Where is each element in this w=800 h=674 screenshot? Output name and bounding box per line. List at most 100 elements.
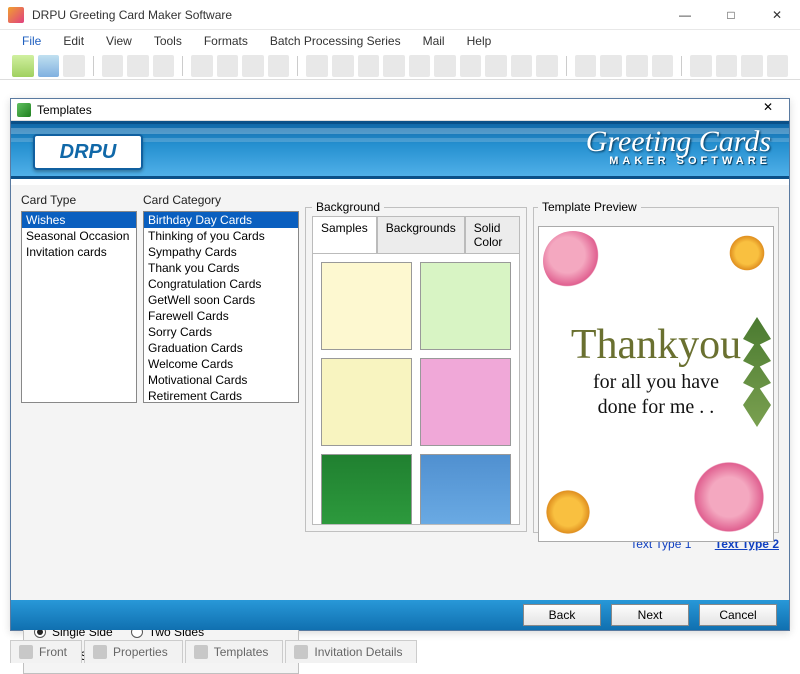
template-preview-label: Template Preview [538,200,641,214]
toolbar-icon[interactable] [153,55,175,77]
toolbar-icon[interactable] [767,55,789,77]
sample-thumbnail[interactable] [321,262,412,350]
background-samples-body[interactable] [312,253,520,525]
tab-backgrounds[interactable]: Backgrounds [377,216,465,253]
flower-icon [543,487,593,537]
template-preview-group: Template Preview Thankyou for all you ha… [533,207,779,533]
toolbar-icon[interactable] [217,55,239,77]
card-type-item[interactable]: Wishes [22,212,136,228]
preview-line1: for all you have [539,371,773,394]
dialog-titlebar: Templates ✕ [11,99,789,121]
tab-properties[interactable]: Properties [84,640,183,663]
toolbar-separator [297,56,298,76]
toolbar-icon[interactable] [358,55,380,77]
window-title: DRPU Greeting Card Maker Software [32,8,662,22]
background-label: Background [312,200,384,214]
dialog-close-button[interactable]: ✕ [753,100,783,120]
menu-edit[interactable]: Edit [53,32,94,50]
menu-file[interactable]: File [12,32,51,50]
toolbar-icon[interactable] [511,55,533,77]
toolbar-icon[interactable] [575,55,597,77]
tab-invitation-details[interactable]: Invitation Details [285,640,417,663]
toolbar-icon[interactable] [268,55,290,77]
sample-thumbnail[interactable] [420,262,511,350]
sample-thumbnail[interactable] [321,454,412,525]
toolbar-icon[interactable] [127,55,149,77]
card-category-item[interactable]: GetWell soon Cards [144,292,298,308]
tab-icon [294,645,308,659]
card-type-label: Card Type [21,193,137,207]
toolbar-icon[interactable] [383,55,405,77]
card-category-item[interactable]: Birthday Day Cards [144,212,298,228]
tab-icon [194,645,208,659]
tab-templates[interactable]: Templates [185,640,284,663]
card-type-item[interactable]: Seasonal Occasion [22,228,136,244]
card-category-item[interactable]: Thank you Cards [144,260,298,276]
toolbar-new-icon[interactable] [12,55,34,77]
toolbar-icon[interactable] [741,55,763,77]
toolbar-icon[interactable] [600,55,622,77]
window-titlebar: DRPU Greeting Card Maker Software ― □ ✕ [0,0,800,30]
tab-solid-color[interactable]: Solid Color [465,216,520,253]
sample-thumbnail[interactable] [420,358,511,446]
toolbar-separator [182,56,183,76]
brand-logo: DRPU [33,134,143,170]
sample-thumbnail[interactable] [420,454,511,525]
toolbar-icon[interactable] [652,55,674,77]
flower-icon [727,233,767,273]
tab-front[interactable]: Front [10,640,82,663]
toolbar-icon[interactable] [485,55,507,77]
toolbar-icon[interactable] [242,55,264,77]
menubar: File Edit View Tools Formats Batch Proce… [0,30,800,52]
menu-mail[interactable]: Mail [413,32,455,50]
card-type-list[interactable]: WishesSeasonal OccasionInvitation cards [21,211,137,403]
toolbar-icon[interactable] [536,55,558,77]
card-category-list[interactable]: Birthday Day CardsThinking of you CardsS… [143,211,299,403]
next-button[interactable]: Next [611,604,689,626]
toolbar-icon[interactable] [460,55,482,77]
toolbar-icon[interactable] [191,55,213,77]
card-category-item[interactable]: Farewell Cards [144,308,298,324]
card-category-label: Card Category [143,193,299,207]
minimize-button[interactable]: ― [662,0,708,30]
card-category-item[interactable]: Graduation Cards [144,340,298,356]
toolbar-icon[interactable] [332,55,354,77]
card-category-item[interactable]: Welcome Cards [144,356,298,372]
card-category-item[interactable]: Sorry Cards [144,324,298,340]
toolbar-icon[interactable] [409,55,431,77]
toolbar-icon[interactable] [626,55,648,77]
menu-formats[interactable]: Formats [194,32,258,50]
close-button[interactable]: ✕ [754,0,800,30]
menu-help[interactable]: Help [457,32,502,50]
card-type-item[interactable]: Invitation cards [22,244,136,260]
card-category-item[interactable]: Thinking of you Cards [144,228,298,244]
sample-thumbnails [321,262,511,525]
menu-view[interactable]: View [96,32,142,50]
menu-tools[interactable]: Tools [144,32,192,50]
tab-samples[interactable]: Samples [312,216,377,253]
toolbar-icon[interactable] [63,55,85,77]
toolbar-open-icon[interactable] [38,55,60,77]
back-button[interactable]: Back [523,604,601,626]
toolbar-icon[interactable] [102,55,124,77]
card-category-item[interactable]: Sympathy Cards [144,244,298,260]
sample-thumbnail[interactable] [321,358,412,446]
toolbar-icon[interactable] [434,55,456,77]
toolbar-separator [681,56,682,76]
toolbar-icon[interactable] [690,55,712,77]
preview-heading: Thankyou [539,321,773,369]
card-category-item[interactable]: Congratulation Cards [144,276,298,292]
toolbar-icon[interactable] [716,55,738,77]
maximize-button[interactable]: □ [708,0,754,30]
tab-icon [93,645,107,659]
flower-icon [543,231,603,291]
card-category-item[interactable]: Motivational Cards [144,372,298,388]
cancel-button[interactable]: Cancel [699,604,777,626]
banner-subtitle: MAKER SOFTWARE [586,155,771,167]
app-icon [8,7,24,23]
toolbar-icon[interactable] [306,55,328,77]
flower-icon [689,457,769,537]
card-category-item[interactable]: Retirement Cards [144,388,298,403]
templates-dialog: Templates ✕ DRPU Greeting Cards MAKER SO… [10,98,790,631]
menu-batch[interactable]: Batch Processing Series [260,32,411,50]
